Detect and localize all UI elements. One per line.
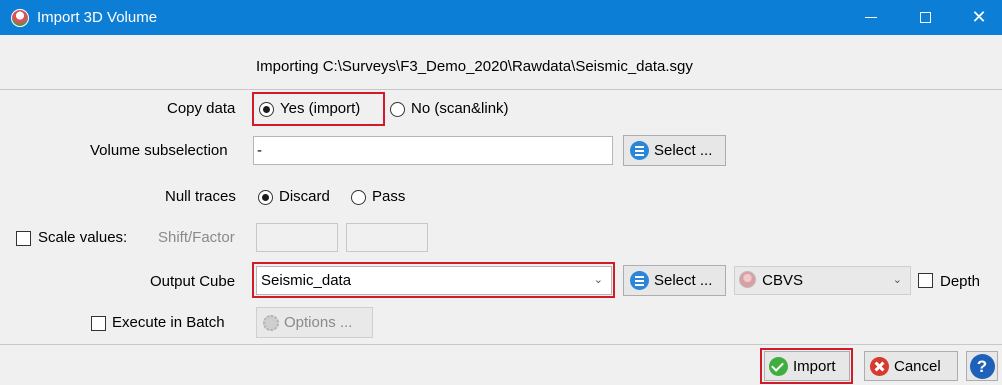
check-icon xyxy=(769,356,788,376)
batch-options-button[interactable]: Options ... xyxy=(256,307,373,338)
volume-subselection-label: Volume subselection xyxy=(90,142,228,159)
copy-data-no-radio[interactable] xyxy=(390,102,405,117)
volume-select-label: Select ... xyxy=(654,142,713,159)
output-select-label: Select ... xyxy=(654,272,713,289)
shift-factor-label: Shift/Factor xyxy=(158,229,235,246)
import-button[interactable]: Import xyxy=(764,351,850,381)
copy-data-yes-label[interactable]: Yes (import) xyxy=(280,100,360,117)
cbvs-icon xyxy=(739,271,756,288)
gear-icon xyxy=(263,314,279,331)
list-icon xyxy=(630,271,649,290)
null-traces-pass-label[interactable]: Pass xyxy=(372,188,405,205)
close-button[interactable]: ✕ xyxy=(956,0,1002,35)
shift-field[interactable] xyxy=(256,223,338,252)
volume-select-button[interactable]: Select ... xyxy=(623,135,726,166)
close-icon: ✕ xyxy=(971,7,987,27)
minimize-button[interactable] xyxy=(848,0,894,35)
execute-batch-label[interactable]: Execute in Batch xyxy=(112,314,225,331)
batch-options-label: Options ... xyxy=(284,314,353,331)
footer-divider xyxy=(0,344,1002,345)
factor-field[interactable] xyxy=(346,223,428,252)
chevron-down-icon: ⌄ xyxy=(593,274,603,286)
output-cube-value: Seismic_data xyxy=(261,272,352,289)
list-icon xyxy=(630,141,649,160)
output-cube-combo[interactable]: Seismic_data ⌄ xyxy=(256,266,612,295)
minimize-icon xyxy=(865,17,877,18)
null-traces-label: Null traces xyxy=(165,188,236,205)
cancel-button[interactable]: Cancel xyxy=(864,351,958,381)
output-select-button[interactable]: Select ... xyxy=(623,265,726,296)
app-icon xyxy=(11,9,29,27)
maximize-button[interactable] xyxy=(902,0,948,35)
null-traces-discard-radio[interactable] xyxy=(258,190,273,205)
cancel-icon xyxy=(870,356,889,376)
window-title: Import 3D Volume xyxy=(37,9,158,26)
import-label: Import xyxy=(793,357,836,375)
scale-values-checkbox[interactable] xyxy=(16,231,31,246)
help-button[interactable]: ? xyxy=(966,351,998,381)
depth-checkbox[interactable] xyxy=(918,273,933,288)
volume-subselection-field[interactable]: - xyxy=(253,136,613,165)
importing-path-text: Importing C:\Surveys\F3_Demo_2020\Rawdat… xyxy=(256,58,693,75)
format-value: CBVS xyxy=(762,272,804,289)
cancel-label: Cancel xyxy=(894,357,941,375)
title-bar: Import 3D Volume ✕ xyxy=(0,0,1002,35)
depth-label[interactable]: Depth xyxy=(940,273,980,290)
copy-data-yes-radio[interactable] xyxy=(259,102,274,117)
format-combo[interactable]: CBVS ⌄ xyxy=(734,266,911,295)
null-traces-discard-label[interactable]: Discard xyxy=(279,188,330,205)
help-icon: ? xyxy=(969,353,995,379)
copy-data-no-label[interactable]: No (scan&link) xyxy=(411,100,509,117)
header-divider xyxy=(0,89,1002,90)
chevron-down-icon: ⌄ xyxy=(892,274,902,286)
maximize-icon xyxy=(919,12,931,23)
execute-batch-checkbox[interactable] xyxy=(91,316,106,331)
null-traces-pass-radio[interactable] xyxy=(351,190,366,205)
output-cube-label: Output Cube xyxy=(150,273,236,290)
scale-values-label[interactable]: Scale values: xyxy=(38,229,127,246)
copy-data-label: Copy data xyxy=(167,100,236,117)
